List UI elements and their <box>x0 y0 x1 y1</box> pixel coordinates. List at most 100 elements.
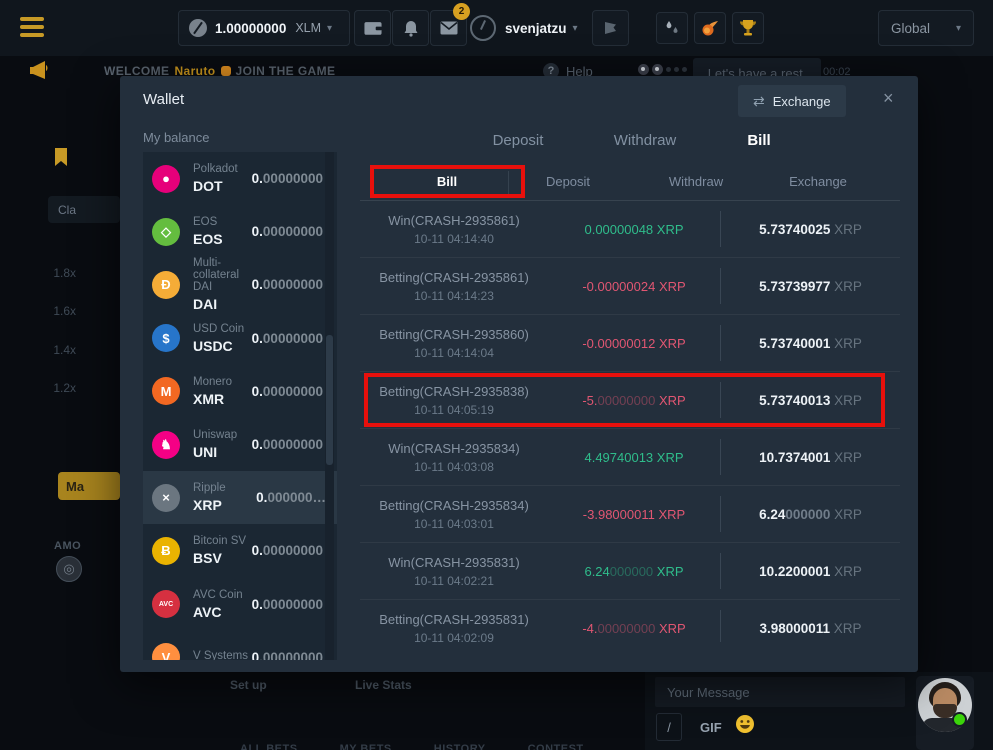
rain-icon <box>663 19 681 37</box>
live-stats-tab[interactable]: Live Stats <box>355 678 412 692</box>
coin-icon: ● <box>152 165 180 193</box>
coin-list-item[interactable]: M Monero XMR 0.00000000 <box>143 365 337 418</box>
coin-balance: 0.00000000 <box>252 331 323 346</box>
coin-name: V Systems <box>193 650 248 660</box>
transaction-balance: 10.7374001 XRP <box>721 450 900 465</box>
scrollbar-thumb[interactable] <box>326 335 333 465</box>
transaction-amount: -5.00000000 XRP <box>548 393 720 408</box>
setup-tab[interactable]: Set up <box>230 678 267 692</box>
coin-ticker: DAI <box>193 296 252 312</box>
tab-contest[interactable]: CONTEST <box>528 743 584 750</box>
chat-avatar-card[interactable] <box>916 676 974 750</box>
emoji-button[interactable] <box>735 714 755 734</box>
transaction-label: Betting(CRASH-2935861) <box>360 270 548 285</box>
slash-command-button[interactable]: / <box>656 713 682 741</box>
coin-list-item[interactable]: ♞ Uniswap UNI 0.00000000 <box>143 418 337 471</box>
transaction-time: 10-11 04:14:23 <box>360 289 548 303</box>
subtab-deposit[interactable]: Deposit <box>546 174 590 189</box>
game-mode-chip[interactable]: Cla <box>48 196 120 223</box>
coin-list-item[interactable]: × Ripple XRP 0.000000…› <box>143 471 337 524</box>
trophy-icon <box>739 19 757 37</box>
subtab-exchange[interactable]: Exchange <box>789 174 847 189</box>
flag-button[interactable] <box>592 10 629 46</box>
transaction-row: Win(CRASH-2935861) 10-11 04:14:40 0.0000… <box>360 201 900 258</box>
coin-list-item[interactable]: Ƀ Bitcoin SV BSV 0.00000000 <box>143 524 337 577</box>
username: svenjatzu <box>505 21 567 36</box>
exchange-button[interactable]: ⇄ Exchange <box>738 85 846 117</box>
bets-tabs: ALL BETS MY BETS HISTORY CONTEST <box>240 743 584 750</box>
transaction-amount: 4.49740013 XRP <box>548 450 720 465</box>
coin-list-item[interactable]: ◇ EOS EOS 0.00000000 <box>143 205 337 258</box>
region-selector[interactable]: Global ▾ <box>878 10 974 46</box>
transaction-label: Betting(CRASH-2935838) <box>360 384 548 399</box>
chevron-down-icon: ▾ <box>327 23 332 34</box>
online-status-dot <box>952 712 967 727</box>
balance-selector[interactable]: 1.00000000 XLM ▾ <box>178 10 350 46</box>
rain-button[interactable] <box>656 12 688 44</box>
mail-button[interactable]: 2 <box>430 10 467 46</box>
coin-list-item[interactable]: ● Polkadot DOT 0.00000000 <box>143 152 337 205</box>
tab-withdraw[interactable]: Withdraw <box>614 132 677 149</box>
trophy-button[interactable] <box>732 12 764 44</box>
eye-icon <box>638 64 649 75</box>
fireball-button[interactable] <box>694 12 726 44</box>
tab-deposit[interactable]: Deposit <box>493 132 544 149</box>
bell-icon <box>403 20 419 37</box>
currency-coin-icon <box>189 19 207 37</box>
tab-history[interactable]: HISTORY <box>434 743 486 750</box>
transaction-time: 10-11 04:14:04 <box>360 346 548 360</box>
transaction-amount: -0.00000024 XRP <box>548 279 720 294</box>
transaction-time: 10-11 04:02:09 <box>360 631 548 643</box>
mail-icon <box>440 21 458 35</box>
coin-ticker: UNI <box>193 444 237 460</box>
transaction-balance: 5.73739977 XRP <box>721 279 900 294</box>
coin-list-item[interactable]: V V Systems 0.00000000 <box>143 631 337 660</box>
transaction-amount: -3.98000011 XRP <box>548 507 720 522</box>
mail-badge: 2 <box>453 3 470 20</box>
transaction-row: Win(CRASH-2935831) 10-11 04:02:21 6.2400… <box>360 543 900 600</box>
transaction-balance: 5.73740025 XRP <box>721 222 900 237</box>
coin-list-item[interactable]: Ð Multi-collateral DAI DAI 0.00000000 <box>143 258 337 311</box>
app: 1.00000000 XLM ▾ 2 svenjatzu ▾ <box>0 0 993 750</box>
subtab-bill[interactable]: Bill <box>437 174 457 189</box>
balance-amount: 1.00000000 <box>215 21 286 36</box>
close-icon[interactable]: × <box>883 88 894 109</box>
balance-currency: XLM <box>295 21 321 35</box>
coin-balance: 0.00000000 <box>252 171 323 186</box>
coin-ticker: EOS <box>193 231 223 247</box>
flag-icon <box>603 21 619 36</box>
avatar-clock-icon <box>470 15 496 41</box>
coin-ticker: AVC <box>193 604 243 620</box>
transaction-label: Win(CRASH-2935831) <box>360 555 548 570</box>
menu-icon[interactable] <box>20 17 46 39</box>
fireball-icon <box>700 19 720 37</box>
coin-ticker: DOT <box>193 178 238 194</box>
tab-my-bets[interactable]: MY BETS <box>340 743 392 750</box>
max-button[interactable]: Ma <box>58 472 120 500</box>
tab-all-bets[interactable]: ALL BETS <box>240 743 298 750</box>
coin-balance: 0.00000000 <box>252 224 323 239</box>
transaction-time: 10-11 04:14:40 <box>360 232 548 246</box>
transaction-time: 10-11 04:03:08 <box>360 460 548 474</box>
coin-name: USD Coin <box>193 323 244 335</box>
coin-list-item[interactable]: $ USD Coin USDC 0.00000000 <box>143 312 337 365</box>
transaction-row: Betting(CRASH-2935861) 10-11 04:14:23 -0… <box>360 258 900 315</box>
coin-icon: × <box>152 484 180 512</box>
wallet-button[interactable] <box>354 10 391 46</box>
transaction-amount: -0.00000012 XRP <box>548 336 720 351</box>
transaction-balance: 3.98000011 XRP <box>721 621 900 636</box>
subtab-withdraw[interactable]: Withdraw <box>669 174 723 189</box>
coin-icon: AVC <box>152 590 180 618</box>
notifications-button[interactable] <box>392 10 429 46</box>
chevron-down-icon: ▾ <box>573 23 578 34</box>
coin-balance: 0.00000000 <box>252 597 323 612</box>
coin-list-item[interactable]: AVC AVC Coin AVC 0.00000000 <box>143 578 337 631</box>
user-menu[interactable]: svenjatzu ▾ <box>470 10 578 46</box>
coin-ticker: BSV <box>193 550 246 566</box>
tab-bill[interactable]: Bill <box>747 132 770 149</box>
my-balance-label: My balance <box>143 130 209 145</box>
chat-message-input[interactable] <box>655 677 905 707</box>
gif-button[interactable]: GIF <box>700 720 722 735</box>
transaction-row: Betting(CRASH-2935860) 10-11 04:14:04 -0… <box>360 315 900 372</box>
coin-list-scrollbar[interactable] <box>325 152 334 660</box>
